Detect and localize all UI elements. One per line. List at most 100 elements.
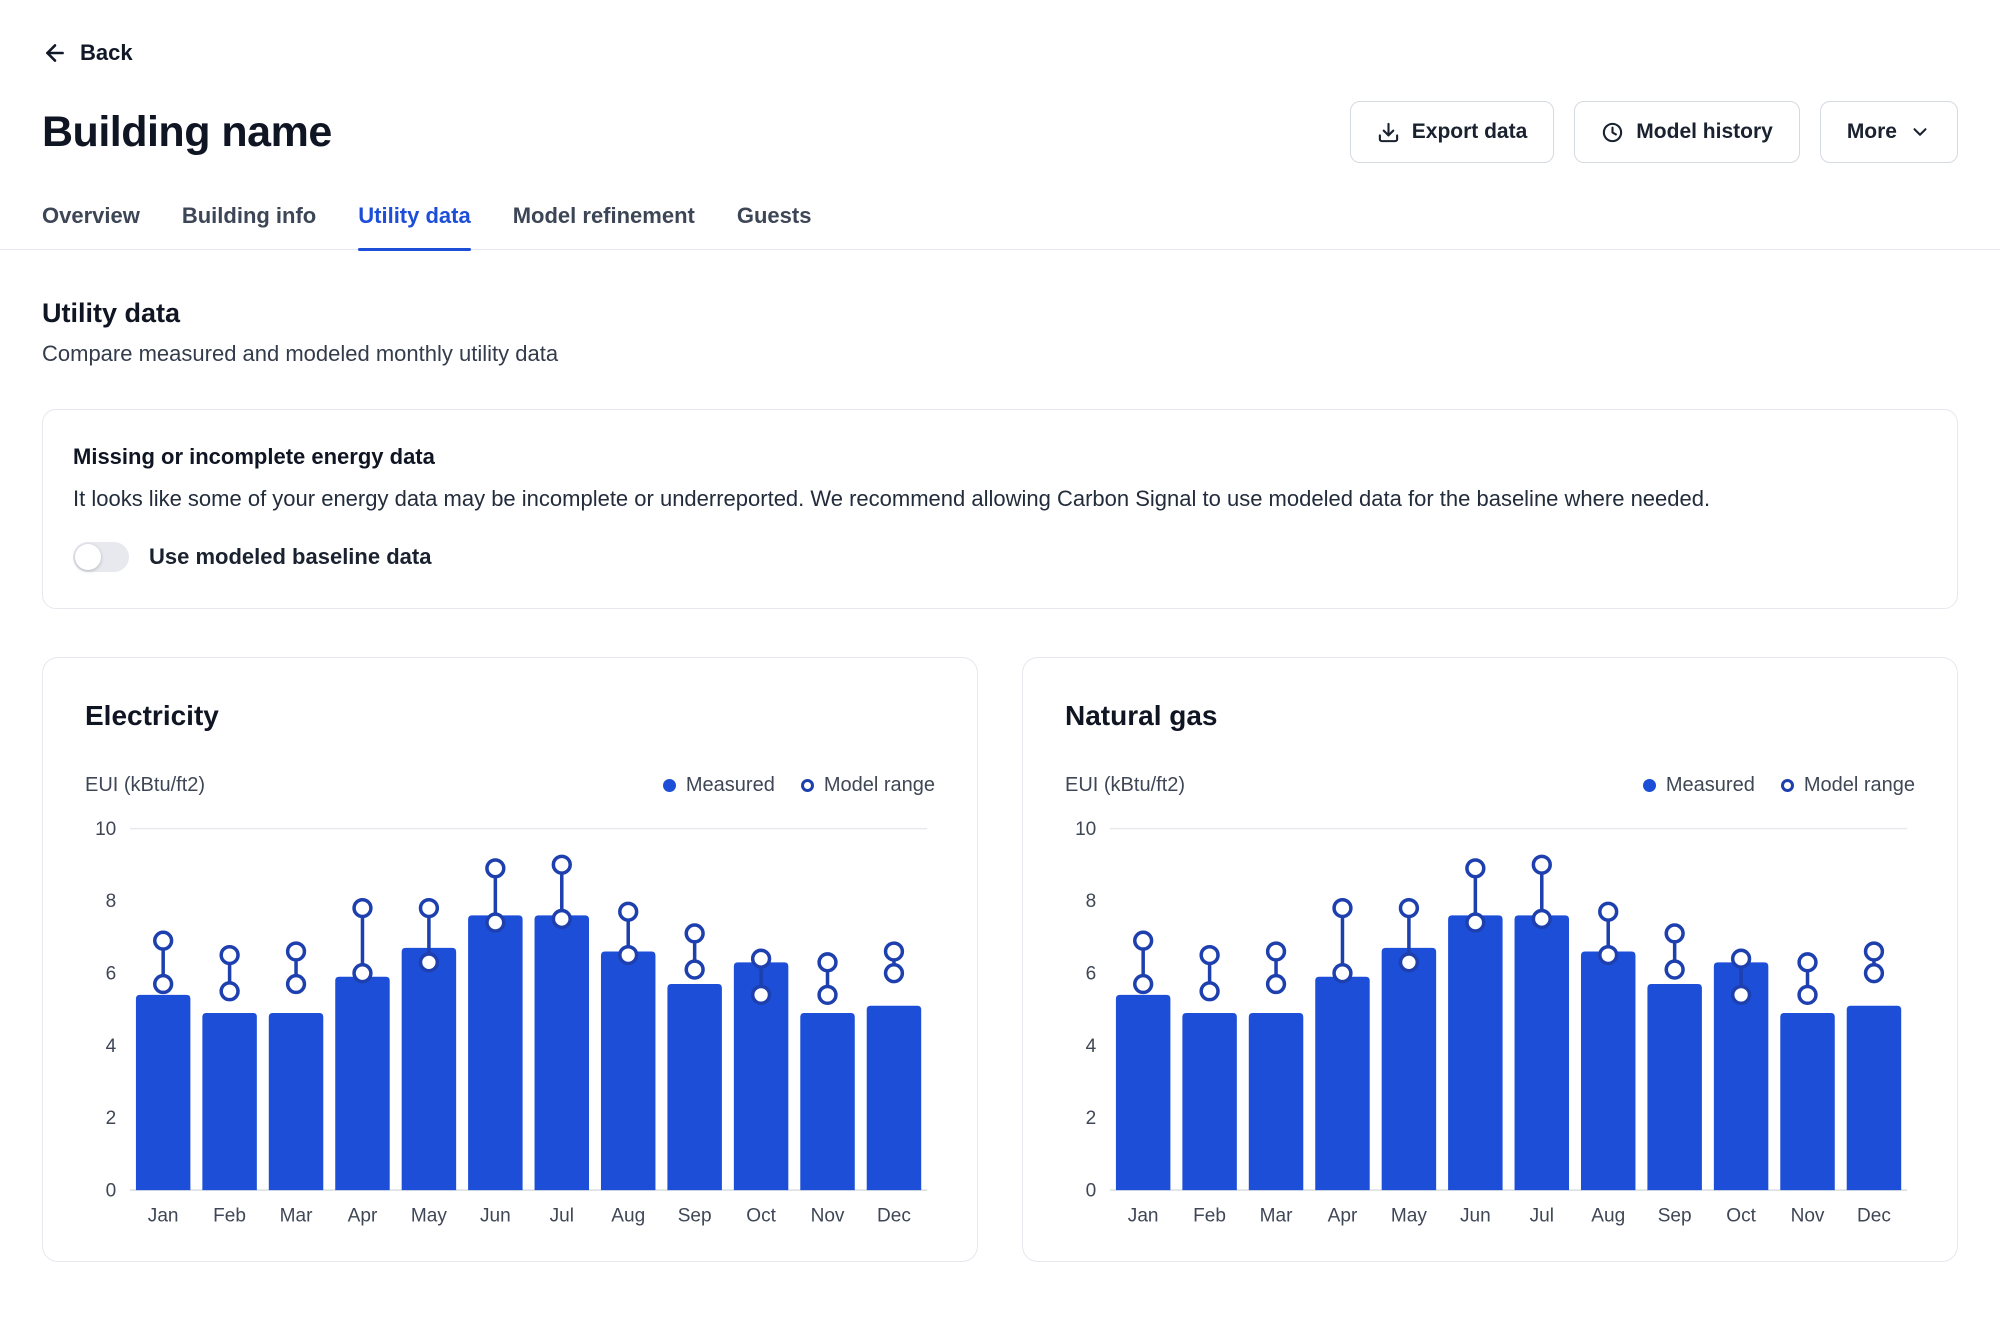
tab-building-info[interactable]: Building info [182,197,316,249]
x-tick: Jan [148,1205,179,1226]
measured-bar [535,915,589,1190]
measured-bar [1515,915,1569,1190]
measured-legend-label: Measured [1666,774,1755,797]
electricity-legend: Measured Model range [663,774,935,797]
model-range-low-marker [288,975,305,992]
model-range-high-marker [1135,932,1152,949]
y-tick: 8 [1086,891,1097,912]
x-tick: Sep [1658,1205,1692,1226]
model-range-low-marker [221,983,238,1000]
model-range-low-marker [421,954,438,971]
clock-icon [1601,121,1624,144]
electricity-card: Electricity EUI (kBtu/ft2) Measured Mode… [42,657,978,1262]
x-tick: Apr [1328,1205,1358,1226]
x-tick: Aug [1591,1205,1625,1226]
model-history-button[interactable]: Model history [1574,101,1800,163]
use-modeled-toggle[interactable] [73,542,129,572]
model-range-low-marker [1135,975,1152,992]
model-range-high-marker [553,856,570,873]
arrow-left-icon [42,40,68,66]
electricity-y-axis-label: EUI (kBtu/ft2) [85,774,205,797]
model-range-legend-ring [1781,779,1794,792]
model-range-low-marker [487,914,504,931]
y-tick: 4 [106,1036,117,1057]
y-tick: 0 [1086,1180,1097,1201]
y-tick: 0 [106,1180,117,1201]
y-tick: 2 [106,1108,117,1129]
model-range-low-marker [1600,946,1617,963]
model-range-low-marker [620,946,637,963]
model-range-high-marker [155,932,172,949]
y-tick: 6 [106,963,117,984]
model-range-high-marker [487,860,504,877]
measured-bar [1647,984,1701,1190]
export-data-button[interactable]: Export data [1350,101,1555,163]
more-button[interactable]: More [1820,101,1958,163]
measured-bar [1182,1013,1236,1190]
x-tick: Dec [1857,1205,1891,1226]
tab-utility-data[interactable]: Utility data [358,197,470,249]
measured-bar [136,995,190,1190]
y-tick: 10 [95,819,116,840]
charts-grid: Electricity EUI (kBtu/ft2) Measured Mode… [0,657,2000,1280]
measured-bar [468,915,522,1190]
natural-gas-bar-chart: 0246810JanFebMarAprMayJunJulAugSepOctNov… [1065,811,1915,1231]
measured-legend-label: Measured [686,774,775,797]
y-tick: 4 [1086,1036,1097,1057]
measured-bar [1249,1013,1303,1190]
model-range-low-marker [1799,986,1816,1003]
model-range-high-marker [1733,950,1750,967]
model-range-low-marker [686,961,703,978]
model-range-legend-ring [801,779,814,792]
measured-bar [335,976,389,1189]
tab-overview[interactable]: Overview [42,197,140,249]
x-tick: Jun [1460,1205,1491,1226]
back-label: Back [80,40,133,66]
header: Back [0,0,2000,71]
model-range-low-marker [1866,964,1883,981]
x-tick: Apr [348,1205,378,1226]
tab-model-refinement[interactable]: Model refinement [513,197,695,249]
measured-bar [1780,1013,1834,1190]
measured-bar [800,1013,854,1190]
x-tick: Aug [611,1205,645,1226]
model-range-low-marker [1334,964,1351,981]
model-range-low-marker [1268,975,1285,992]
measured-bar [1581,951,1635,1190]
y-tick: 2 [1086,1108,1097,1129]
back-button[interactable]: Back [42,40,133,66]
x-tick: Dec [877,1205,911,1226]
y-tick: 6 [1086,963,1097,984]
measured-bar [402,948,456,1190]
measured-bar [601,951,655,1190]
model-range-high-marker [1401,899,1418,916]
natural-gas-card: Natural gas EUI (kBtu/ft2) Measured Mode… [1022,657,1958,1262]
x-tick: Jul [1530,1205,1554,1226]
natural-gas-y-axis-label: EUI (kBtu/ft2) [1065,774,1185,797]
model-range-low-marker [1401,954,1418,971]
x-tick: May [1391,1205,1427,1226]
model-range-high-marker [1600,903,1617,920]
x-tick: Nov [811,1205,845,1226]
electricity-chart-title: Electricity [85,700,935,732]
measured-bar [1315,976,1369,1189]
model-range-high-marker [288,943,305,960]
measured-bar [867,1005,921,1189]
model-range-high-marker [819,954,836,971]
model-range-high-marker [354,899,371,916]
model-range-low-marker [354,964,371,981]
model-range-low-marker [1533,910,1550,927]
model-range-low-marker [1733,986,1750,1003]
x-tick: Feb [213,1205,246,1226]
measured-bar [1847,1005,1901,1189]
model-range-low-marker [886,964,903,981]
model-range-high-marker [221,946,238,963]
toggle-label: Use modeled baseline data [149,544,431,570]
x-tick: May [411,1205,447,1226]
tab-guests[interactable]: Guests [737,197,812,249]
y-tick: 10 [1075,819,1096,840]
electricity-bar-chart: 0246810JanFebMarAprMayJunJulAugSepOctNov… [85,811,935,1231]
alert-title: Missing or incomplete energy data [73,444,1927,470]
model-range-high-marker [686,925,703,942]
natural-gas-chart-title: Natural gas [1065,700,1915,732]
